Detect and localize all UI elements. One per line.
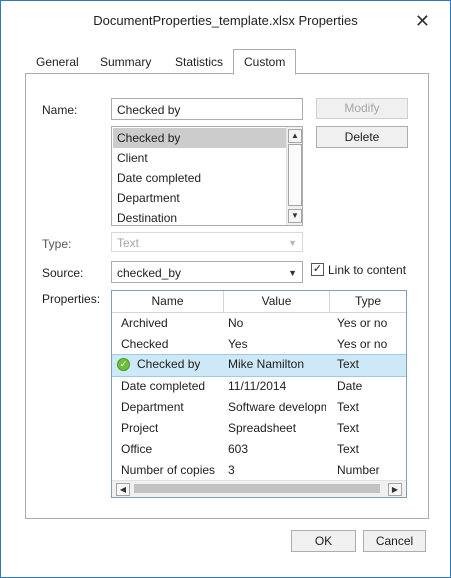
type-value: Text xyxy=(117,236,140,250)
close-icon[interactable]: ✕ xyxy=(415,11,430,32)
cell-type: Yes or no xyxy=(337,337,388,351)
cell-type: Text xyxy=(337,421,360,435)
cell-value: Software development xyxy=(228,400,326,414)
chevron-down-icon: ▼ xyxy=(288,238,297,248)
tab-general[interactable]: General xyxy=(36,51,79,73)
chevron-down-icon: ▼ xyxy=(288,268,297,278)
delete-button[interactable]: Delete xyxy=(316,126,408,148)
table-row[interactable]: Office 603 Text xyxy=(112,439,406,460)
cell-value: 11/11/2014 xyxy=(228,379,287,393)
properties-grid[interactable]: Name Value Type Archived No Yes or no Ch… xyxy=(111,290,407,498)
cell-name: Archived xyxy=(121,316,168,330)
window-title: DocumentProperties_template.xlsx Propert… xyxy=(93,13,358,28)
cell-name: Checked by xyxy=(137,357,201,371)
list-item[interactable]: Checked by xyxy=(113,128,286,148)
check-circle-icon: ✓ xyxy=(117,358,130,371)
source-value: checked_by xyxy=(117,266,182,280)
table-row[interactable]: Number of copies 3 Number xyxy=(112,460,406,481)
tab-summary[interactable]: Summary xyxy=(100,51,151,73)
scroll-thumb[interactable] xyxy=(134,484,380,493)
list-item[interactable]: Date completed xyxy=(113,168,286,188)
source-select[interactable]: checked_by ▼ xyxy=(111,261,303,283)
cell-type: Text xyxy=(337,400,360,414)
table-row-selected[interactable]: ✓ Checked by Mike Namilton Text xyxy=(112,354,406,377)
link-to-content-label: Link to content xyxy=(328,263,407,277)
cell-type: Text xyxy=(337,442,360,456)
cell-value: Yes xyxy=(228,337,248,351)
cell-type: Yes or no xyxy=(337,316,388,330)
modify-button[interactable]: Modify xyxy=(316,98,408,119)
source-label: Source: xyxy=(42,266,84,280)
name-input[interactable]: Checked by xyxy=(111,98,303,120)
ok-button[interactable]: OK xyxy=(291,530,356,552)
cell-value: 603 xyxy=(228,442,249,456)
property-name-list[interactable]: Checked by Client Date completed Departm… xyxy=(111,126,303,226)
scroll-down-icon[interactable]: ▼ xyxy=(288,209,302,223)
grid-horizontal-scrollbar[interactable]: ◀ ▶ xyxy=(112,480,406,497)
grid-header: Name Value Type xyxy=(112,291,406,313)
tab-custom[interactable]: Custom xyxy=(233,49,297,75)
cell-name: Date completed xyxy=(121,379,206,393)
link-to-content-checkbox[interactable]: ✓ xyxy=(311,263,324,276)
column-header-value[interactable]: Value xyxy=(224,291,330,312)
list-scrollbar[interactable]: ▲ ▼ xyxy=(286,127,302,225)
table-row[interactable]: Department Software development Text xyxy=(112,397,406,418)
table-row[interactable]: Date completed 11/11/2014 Date xyxy=(112,376,406,397)
scroll-right-icon[interactable]: ▶ xyxy=(388,483,402,496)
cell-type: Text xyxy=(337,357,360,371)
tab-statistics[interactable]: Statistics xyxy=(175,51,223,73)
cell-name: Project xyxy=(121,421,159,435)
cell-value: Spreadsheet xyxy=(228,421,297,435)
list-item[interactable]: Department xyxy=(113,188,286,208)
cell-name: Number of copies xyxy=(121,463,216,477)
name-label: Name: xyxy=(42,103,78,117)
cell-value: No xyxy=(228,316,244,330)
cell-name: Department xyxy=(121,400,184,414)
cell-name: Checked xyxy=(121,337,169,351)
column-header-name[interactable]: Name xyxy=(112,291,224,312)
table-row[interactable]: Archived No Yes or no xyxy=(112,313,406,334)
cell-type: Date xyxy=(337,379,363,393)
column-header-type[interactable]: Type xyxy=(330,291,406,312)
table-row[interactable]: Project Spreadsheet Text xyxy=(112,418,406,439)
list-item[interactable]: Client xyxy=(113,148,286,168)
table-row[interactable]: Checked Yes Yes or no xyxy=(112,334,406,355)
cell-value: Mike Namilton xyxy=(228,357,305,371)
type-label: Type: xyxy=(42,237,72,251)
scroll-left-icon[interactable]: ◀ xyxy=(116,483,130,496)
scroll-thumb[interactable] xyxy=(288,144,302,206)
cancel-button[interactable]: Cancel xyxy=(363,530,426,552)
cell-name: Office xyxy=(121,442,153,456)
properties-dialog: DocumentProperties_template.xlsx Propert… xyxy=(0,0,451,578)
cell-type: Number xyxy=(337,463,380,477)
type-select[interactable]: Text ▼ xyxy=(111,232,303,252)
cell-value: 3 xyxy=(228,463,235,477)
scroll-up-icon[interactable]: ▲ xyxy=(288,129,302,143)
list-item[interactable]: Destination xyxy=(113,208,286,225)
properties-label: Properties: xyxy=(42,292,101,306)
